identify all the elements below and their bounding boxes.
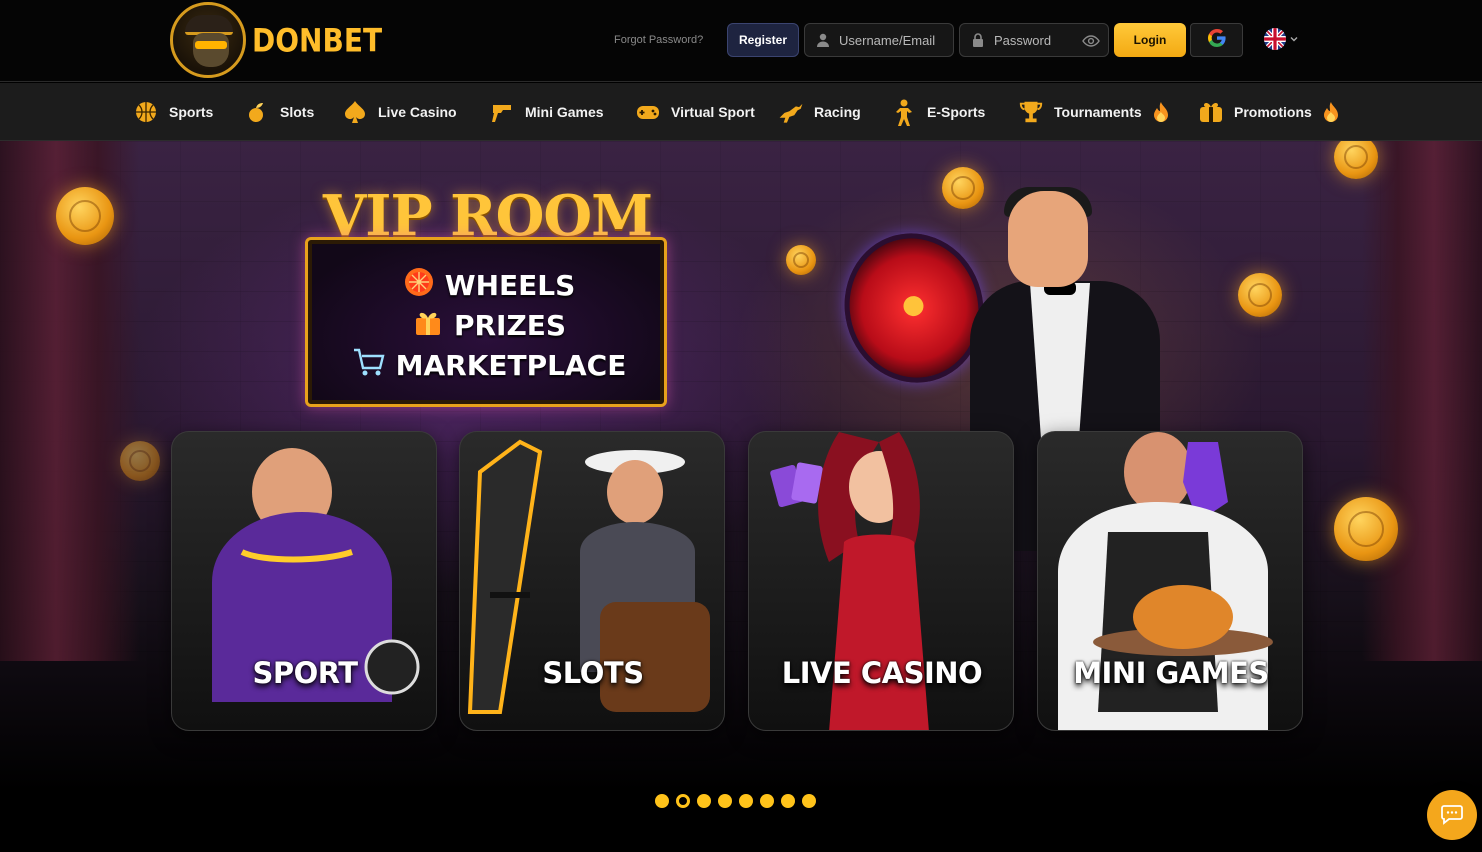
- pistol-icon: [489, 99, 515, 125]
- nav-label: Sports: [169, 104, 214, 120]
- top-header: DONBET Forgot Password? Register Login: [0, 0, 1482, 82]
- carousel-dot[interactable]: [718, 794, 732, 808]
- basketball-icon: [133, 99, 159, 125]
- nav-item-virtual-sport[interactable]: Virtual Sport: [635, 83, 755, 141]
- nav-item-sports[interactable]: Sports: [133, 83, 213, 141]
- spade-icon: [342, 99, 368, 125]
- hero-banner[interactable]: VIP ROOM WHEELS PRIZES MARKETPLACE SPORT…: [0, 141, 1482, 791]
- nav-label: Slots: [280, 104, 315, 120]
- google-login-button[interactable]: [1190, 23, 1243, 57]
- eye-icon[interactable]: [1082, 32, 1100, 50]
- language-selector[interactable]: [1264, 28, 1298, 50]
- nav-label: E-Sports: [927, 104, 986, 120]
- login-button[interactable]: Login: [1114, 23, 1186, 57]
- nav-item-racing[interactable]: Racing: [778, 83, 861, 141]
- nav-label: Virtual Sport: [671, 104, 755, 120]
- vip-line-prizes: PRIZES: [308, 306, 670, 345]
- nav-label: Tournaments: [1054, 104, 1142, 120]
- nav-item-slots[interactable]: Slots: [244, 83, 314, 141]
- password-field: [959, 23, 1109, 57]
- logo-mascot-icon: [170, 2, 246, 78]
- nav-item-promotions[interactable]: Promotions: [1198, 83, 1338, 141]
- coin-icon: [56, 187, 114, 245]
- vip-room-box: WHEELS PRIZES MARKETPLACE: [305, 237, 667, 407]
- nav-item-tournaments[interactable]: Tournaments: [1018, 83, 1168, 141]
- gift-icon: [1198, 99, 1224, 125]
- flame-icon: [1153, 102, 1168, 122]
- card-label: SPORT: [252, 656, 358, 690]
- gift-icon: [412, 306, 444, 345]
- nav-label: Mini Games: [525, 104, 604, 120]
- username-input[interactable]: [839, 32, 949, 48]
- carousel-dot[interactable]: [781, 794, 795, 808]
- main-nav: Sports Slots Live Casino Mini Games Virt…: [0, 83, 1482, 141]
- card-label: LIVE CASINO: [781, 656, 983, 690]
- carousel-dot[interactable]: [760, 794, 774, 808]
- carousel-dots: [655, 794, 816, 808]
- chat-button[interactable]: [1427, 790, 1477, 840]
- card-mini-games[interactable]: MINI GAMES: [1037, 431, 1303, 731]
- register-button[interactable]: Register: [727, 23, 799, 57]
- carousel-dot-active[interactable]: [676, 794, 690, 808]
- card-sport[interactable]: SPORT: [171, 431, 437, 731]
- nav-label: Promotions: [1234, 104, 1312, 120]
- cart-icon: [352, 346, 386, 385]
- logo-text: DONBET: [252, 21, 383, 59]
- card-label: MINI GAMES: [1073, 656, 1269, 690]
- card-slots[interactable]: SLOTS: [459, 431, 725, 731]
- vip-line-marketplace: MARKETPLACE: [308, 346, 670, 385]
- forgot-password-link[interactable]: Forgot Password?: [614, 34, 703, 46]
- chevron-down-icon: [1290, 30, 1298, 48]
- uk-flag-icon: [1264, 28, 1286, 50]
- coin-icon: [120, 441, 160, 481]
- carousel-dot[interactable]: [697, 794, 711, 808]
- google-icon: [1207, 28, 1227, 53]
- nav-item-live-casino[interactable]: Live Casino: [342, 83, 457, 141]
- curtain-right: [1362, 141, 1482, 661]
- horse-icon: [778, 99, 804, 125]
- coin-icon: [1334, 497, 1398, 561]
- nav-item-mini-games[interactable]: Mini Games: [489, 83, 604, 141]
- username-field: [804, 23, 954, 57]
- carousel-dot[interactable]: [802, 794, 816, 808]
- nav-label: Racing: [814, 104, 861, 120]
- lock-icon: [970, 32, 986, 48]
- vip-room-promo[interactable]: VIP ROOM WHEELS PRIZES MARKETPLACE: [305, 183, 670, 413]
- wheel-icon: [403, 266, 435, 305]
- gamepad-icon: [635, 99, 661, 125]
- fruit-icon: [244, 99, 270, 125]
- user-icon: [815, 32, 831, 48]
- vip-line-text: MARKETPLACE: [395, 349, 627, 382]
- coin-icon: [786, 245, 816, 275]
- flame-icon: [1323, 102, 1338, 122]
- nav-item-e-sports[interactable]: E-Sports: [891, 83, 985, 141]
- logo[interactable]: DONBET: [170, 2, 382, 78]
- card-label: SLOTS: [542, 656, 644, 690]
- vip-line-wheels: WHEELS: [308, 266, 670, 305]
- chat-icon: [1440, 801, 1464, 830]
- vip-line-text: PRIZES: [453, 309, 567, 342]
- carousel-dot[interactable]: [739, 794, 753, 808]
- vip-line-text: WHEELS: [444, 269, 576, 302]
- trophy-icon: [1018, 99, 1044, 125]
- coin-icon: [1238, 273, 1282, 317]
- card-live-casino[interactable]: LIVE CASINO: [748, 431, 1014, 731]
- carousel-dot[interactable]: [655, 794, 669, 808]
- nav-label: Live Casino: [378, 104, 457, 120]
- soldier-icon: [891, 99, 917, 126]
